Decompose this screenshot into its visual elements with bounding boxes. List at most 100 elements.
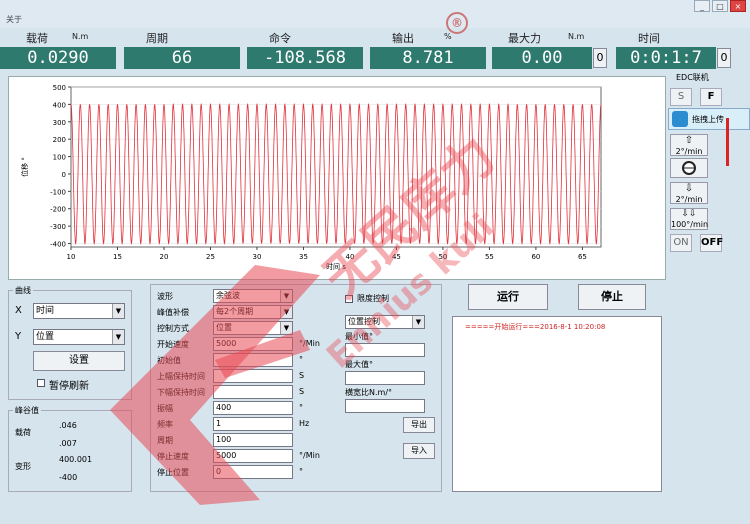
menu-about[interactable]: 关于 [6, 14, 22, 25]
close-button[interactable]: × [730, 0, 746, 12]
metric-time-label: 时间 [638, 32, 660, 45]
log-panel: =====开始运行===2016-8-1 10:20:08 [452, 316, 662, 492]
metric-cycle-value: 66 [124, 47, 240, 69]
set-button[interactable]: 设置 [33, 351, 125, 371]
log-line: =====开始运行===2016-8-1 10:20:08 [465, 323, 606, 331]
off-button[interactable]: OFF [700, 234, 723, 252]
down-slow-button[interactable]: ⇩ 2°/min [670, 182, 708, 204]
metric-load: 载荷 N.m 0.0290 [0, 28, 116, 72]
stop-button[interactable]: 停止 [578, 284, 646, 310]
metric-command-label: 命令 [269, 32, 291, 45]
metric-load-value: 0.0290 [0, 47, 116, 69]
limit-min-label: 最小值° [345, 332, 373, 341]
init-label: 初始值 [157, 356, 181, 365]
x-tick-label: 10 [67, 253, 76, 261]
ratio-label: 横宽比N.m/° [345, 388, 393, 397]
metric-output-unit: % [444, 32, 452, 41]
y-axis-select[interactable]: 位置 ▼ [33, 329, 125, 345]
limit-min-input[interactable] [345, 343, 425, 357]
down-slow-label: 2°/min [675, 195, 703, 204]
frequency-label: 频率 [157, 420, 173, 429]
pause-refresh-label: 暂停刷新 [49, 381, 89, 392]
metric-load-unit: N.m [72, 32, 89, 41]
peak-comp-label: 峰值补偿 [157, 308, 189, 317]
pause-refresh-checkbox[interactable] [37, 379, 45, 387]
up-arrow-icon: ⇧ [684, 135, 694, 146]
on-button[interactable]: ON [670, 234, 692, 252]
y-axis-label: Y [15, 331, 22, 342]
cycles-label: 周期 [157, 436, 173, 445]
run-button[interactable]: 运行 [468, 284, 548, 310]
stop-speed-input[interactable]: 5000 [213, 449, 293, 463]
lower-hold-unit: S [299, 387, 305, 396]
peak-load-label: 载荷 [15, 428, 31, 437]
metric-command-value: -108.568 [247, 47, 363, 69]
stop-circle-icon [682, 161, 696, 175]
metric-output: 输出% 8.781 [370, 28, 486, 72]
start-speed-input[interactable]: 5000 [213, 337, 293, 351]
peak-group: 峰谷值 载荷 .046 .007 变形 400.001 -400 [8, 405, 132, 492]
chevron-down-icon: ▼ [280, 306, 292, 318]
metric-max-force-value: 0.00 [492, 47, 592, 69]
red-indicator [726, 118, 729, 166]
x-tick-label: 50 [438, 253, 447, 261]
init-unit: ° [299, 355, 303, 364]
y-tick-label: 100 [53, 154, 66, 162]
limit-control-checkbox[interactable] [345, 295, 353, 303]
waveform-value: 余弦波 [216, 291, 240, 300]
plot-area [70, 86, 602, 248]
upper-hold-input[interactable] [213, 369, 293, 383]
amplitude-unit: ° [299, 403, 303, 412]
peak-comp-value: 每2个周期 [216, 307, 254, 316]
ratio-input[interactable] [345, 399, 425, 413]
x-tick-label: 35 [299, 253, 308, 261]
stop-jog-button[interactable] [670, 158, 708, 178]
upload-icon [672, 111, 688, 127]
frequency-input[interactable]: 1 [213, 417, 293, 431]
limit-max-label: 最大值° [345, 360, 373, 369]
maximize-button[interactable]: □ [712, 0, 728, 12]
upload-tooltip[interactable]: 拖拽上传 [668, 108, 750, 130]
waveform-select[interactable]: 余弦波 ▼ [213, 289, 293, 303]
limit-control-label: 限度控制 [357, 294, 389, 303]
init-input[interactable] [213, 353, 293, 367]
upper-hold-unit: S [299, 371, 305, 380]
chevron-down-icon: ▼ [112, 304, 124, 318]
max-force-zero-button[interactable]: 0 [593, 48, 607, 68]
control-mode-select[interactable]: 位置 ▼ [213, 321, 293, 335]
x-axis-select[interactable]: 时间 ▼ [33, 303, 125, 319]
y-tick-label: -200 [50, 206, 66, 214]
double-arrow-icon: ⇩⇩ [681, 209, 697, 219]
stop-pos-input[interactable]: 0 [213, 465, 293, 479]
time-zero-button[interactable]: 0 [717, 48, 731, 68]
up-slow-button[interactable]: ⇧ 2°/min [670, 134, 708, 156]
export-button[interactable]: 导出 [403, 417, 435, 433]
minimize-button[interactable]: _ [694, 0, 710, 12]
metric-load-label: 载荷 [26, 32, 48, 45]
curve-caption: 曲线 [13, 285, 33, 296]
metric-max-force-label: 最大力 [508, 32, 541, 45]
metric-max-force: 最大力 N.m 0.00 0 [492, 28, 610, 72]
peak-comp-select[interactable]: 每2个周期 ▼ [213, 305, 293, 319]
control-mode-label: 控制方式 [157, 324, 189, 333]
limit-max-input[interactable] [345, 371, 425, 385]
s-button[interactable]: S [670, 88, 692, 106]
x-tick-label: 15 [113, 253, 122, 261]
fast-jog-label: 100°/min [671, 220, 709, 229]
import-button[interactable]: 导入 [403, 443, 435, 459]
metric-command: 命令 -108.568 [247, 28, 363, 72]
metric-cycle: 周期 66 [124, 28, 240, 72]
amplitude-label: 振幅 [157, 404, 173, 413]
amplitude-input[interactable]: 400 [213, 401, 293, 415]
chevron-down-icon: ▼ [412, 316, 424, 328]
fast-jog-button[interactable]: ⇩⇩ 100°/min [670, 208, 708, 230]
limit-mode-select[interactable]: 位置控制 ▼ [345, 315, 425, 329]
title-bar: 关于 _ □ × [0, 0, 750, 28]
peak-caption: 峰谷值 [13, 405, 41, 416]
frequency-unit: Hz [299, 419, 310, 428]
cycles-input[interactable]: 100 [213, 433, 293, 447]
lower-hold-input[interactable] [213, 385, 293, 399]
start-speed-unit: °/Min [299, 339, 320, 348]
window-controls: _ □ × [694, 0, 746, 12]
f-button[interactable]: F [700, 88, 722, 106]
